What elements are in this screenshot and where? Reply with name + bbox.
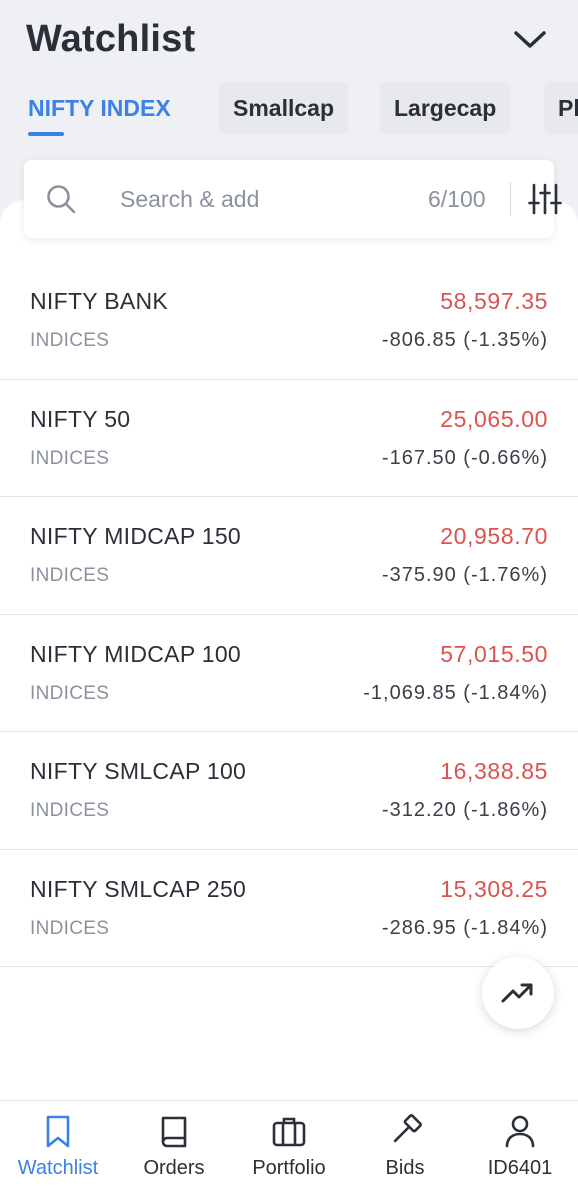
page-title: Watchlist — [26, 18, 196, 60]
list-item[interactable]: NIFTY MIDCAP 100 INDICES 57,015.50 -1,06… — [0, 615, 578, 732]
last-price: 58,597.35 — [440, 288, 548, 314]
instrument-name: NIFTY BANK — [30, 288, 169, 314]
instrument-segment: INDICES — [30, 800, 110, 821]
gavel-icon — [393, 1114, 422, 1143]
search-icon — [47, 185, 76, 214]
watchlist-tabs: NIFTY INDEX Smallcap Largecap Pl — [0, 82, 578, 138]
instrument-name: NIFTY SMLCAP 250 — [30, 875, 247, 902]
tab-pl[interactable]: Pl — [544, 82, 578, 134]
last-price: 15,308.25 — [440, 875, 548, 902]
nav-label: ID6401 — [487, 1157, 553, 1179]
nav-profile[interactable]: ID6401 — [462, 1101, 578, 1200]
instrument-name: NIFTY 50 — [30, 405, 131, 432]
instrument-segment: INDICES — [30, 565, 110, 586]
search-divider — [510, 182, 511, 216]
price-change: -167.50 (-0.66%) — [381, 446, 548, 469]
nav-label: Orders — [143, 1157, 205, 1179]
nav-bids[interactable]: Bids — [347, 1101, 463, 1200]
instrument-name: NIFTY MIDCAP 150 — [30, 523, 242, 549]
nav-label: Portfolio — [252, 1157, 326, 1179]
search-bar: 6/100 — [24, 160, 562, 238]
active-tab-indicator — [28, 132, 64, 136]
instrument-segment: INDICES — [30, 330, 110, 351]
instrument-segment: INDICES — [30, 917, 110, 939]
briefcase-icon — [272, 1117, 306, 1147]
instrument-segment: INDICES — [30, 682, 110, 704]
tab-nifty-index[interactable]: NIFTY INDEX — [28, 82, 171, 134]
instrument-name: NIFTY SMLCAP 100 — [30, 758, 247, 784]
watchlist-dropdown-button[interactable] — [510, 24, 550, 56]
last-price: 16,388.85 — [440, 758, 548, 784]
nav-watchlist[interactable]: Watchlist — [0, 1101, 116, 1200]
list-item[interactable]: NIFTY SMLCAP 250 INDICES 15,308.25 -286.… — [0, 850, 578, 967]
instrument-segment: INDICES — [30, 447, 110, 469]
watchlist-count: 6/100 — [428, 186, 486, 212]
list-item[interactable]: NIFTY BANK INDICES 58,597.35 -806.85 (-1… — [0, 262, 578, 380]
price-change: -1,069.85 (-1.84%) — [363, 681, 548, 704]
user-icon — [505, 1115, 535, 1148]
trending-up-icon — [501, 983, 533, 1003]
watchlist: NIFTY BANK INDICES 58,597.35 -806.85 (-1… — [0, 262, 578, 967]
price-change: -286.95 (-1.84%) — [381, 916, 548, 939]
chevron-down-icon — [514, 31, 546, 48]
sliders-icon[interactable] — [528, 182, 562, 216]
market-movers-button[interactable] — [482, 957, 554, 1029]
bottom-navigation: Watchlist Orders Portfolio Bids ID6401 — [0, 1100, 578, 1200]
search-input[interactable] — [120, 180, 400, 218]
list-item[interactable]: NIFTY 50 INDICES 25,065.00 -167.50 (-0.6… — [0, 380, 578, 497]
last-price: 57,015.50 — [440, 640, 548, 667]
bookmark-icon — [46, 1115, 70, 1148]
book-icon — [161, 1116, 187, 1148]
last-price: 25,065.00 — [440, 405, 548, 432]
nav-label: Bids — [385, 1157, 425, 1179]
instrument-name: NIFTY MIDCAP 100 — [30, 640, 242, 667]
nav-label: Watchlist — [17, 1157, 99, 1179]
nav-portfolio[interactable]: Portfolio — [231, 1101, 347, 1200]
list-item[interactable]: NIFTY MIDCAP 150 INDICES 20,958.70 -375.… — [0, 497, 578, 615]
list-item[interactable]: NIFTY SMLCAP 100 INDICES 16,388.85 -312.… — [0, 732, 578, 850]
last-price: 20,958.70 — [440, 523, 548, 549]
tab-largecap[interactable]: Largecap — [380, 82, 511, 134]
price-change: -806.85 (-1.35%) — [381, 329, 548, 351]
tab-smallcap[interactable]: Smallcap — [219, 82, 348, 134]
nav-orders[interactable]: Orders — [116, 1101, 232, 1200]
price-change: -312.20 (-1.86%) — [381, 799, 548, 821]
price-change: -375.90 (-1.76%) — [381, 564, 548, 586]
